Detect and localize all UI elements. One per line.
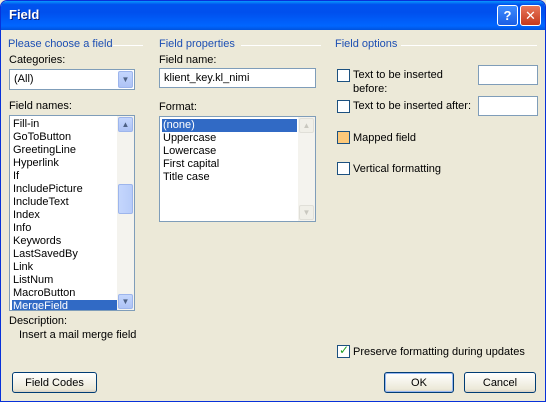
field-names-scrollbar[interactable]: ▲ ▼ xyxy=(117,116,134,310)
section-field-properties: Field properties xyxy=(159,38,235,50)
preserve-formatting-checkbox[interactable]: ✓ xyxy=(337,343,350,358)
mapped-field-checkbox[interactable] xyxy=(337,131,350,144)
list-item[interactable]: IncludeText xyxy=(12,196,118,209)
field-dialog: Field ? ✕ Please choose a field Categori… xyxy=(0,0,546,402)
list-item[interactable]: ListNum xyxy=(12,274,118,287)
section-field-options: Field options xyxy=(335,38,398,50)
list-item[interactable]: Hyperlink xyxy=(12,157,118,170)
list-item[interactable]: IncludePicture xyxy=(12,183,118,196)
list-item[interactable]: Info xyxy=(12,222,118,235)
insert-before-label-line1: Text to be inserted xyxy=(353,69,443,81)
list-item[interactable]: (none) xyxy=(162,119,297,132)
vertical-formatting-checkbox[interactable] xyxy=(337,162,350,175)
categories-value: (All) xyxy=(14,73,34,85)
categories-dropdown[interactable]: (All) ▼ xyxy=(9,69,135,90)
scroll-down-icon[interactable]: ▼ xyxy=(118,294,133,309)
field-name-value: klient_key.kl_nimi xyxy=(164,72,250,84)
field-name-label: Field name: xyxy=(159,54,217,66)
format-scrollbar[interactable]: ▲ ▼ xyxy=(298,117,315,221)
window-title: Field xyxy=(9,7,40,22)
scroll-thumb[interactable] xyxy=(118,184,133,214)
list-item[interactable]: First capital xyxy=(162,158,297,171)
section-choose-field: Please choose a field xyxy=(8,38,113,50)
insert-after-label: Text to be inserted after: xyxy=(353,100,472,112)
cancel-button[interactable]: Cancel xyxy=(464,372,536,393)
list-item[interactable]: MergeField xyxy=(12,300,118,310)
divider xyxy=(241,45,321,46)
list-item[interactable]: Keywords xyxy=(12,235,118,248)
list-item[interactable]: Fill-in xyxy=(12,118,118,131)
list-item[interactable]: MacroButton xyxy=(12,287,118,300)
scroll-up-icon[interactable]: ▲ xyxy=(118,117,133,132)
list-item[interactable]: Title case xyxy=(162,171,297,184)
format-list[interactable]: Title case First capital Lowercase Uppercas… xyxy=(159,116,316,222)
ok-button[interactable]: OK xyxy=(384,372,454,393)
preserve-formatting-label: Preserve formatting during updates xyxy=(353,346,525,358)
list-item[interactable]: Link xyxy=(12,261,118,274)
field-names-list[interactable]: MergeField MacroButton ListNum Link LastSave… xyxy=(9,115,135,311)
scroll-down-icon: ▼ xyxy=(299,205,314,220)
field-names-label: Field names: xyxy=(9,100,72,112)
checkmark-icon: ✓ xyxy=(339,343,350,357)
field-name-input[interactable]: klient_key.kl_nimi xyxy=(159,68,316,88)
list-item[interactable]: Lowercase xyxy=(162,145,297,158)
description-label: Description: xyxy=(9,315,68,327)
chevron-down-icon[interactable]: ▼ xyxy=(118,71,133,88)
insert-after-checkbox[interactable] xyxy=(337,100,350,113)
divider xyxy=(401,45,537,46)
description-text: Insert a mail merge field xyxy=(19,329,137,341)
insert-after-input[interactable] xyxy=(478,96,538,116)
list-item[interactable]: GoToButton xyxy=(12,131,118,144)
list-item[interactable]: Index xyxy=(12,209,118,222)
vertical-formatting-label: Vertical formatting xyxy=(353,163,442,175)
list-item[interactable]: If xyxy=(12,170,118,183)
list-item[interactable]: GreetingLine xyxy=(12,144,118,157)
close-icon[interactable]: ✕ xyxy=(520,5,541,26)
categories-label: Categories: xyxy=(9,54,66,66)
scroll-up-icon: ▲ xyxy=(299,118,314,133)
divider xyxy=(113,45,143,46)
list-item[interactable]: Uppercase xyxy=(162,132,297,145)
mapped-field-label: Mapped field xyxy=(353,132,416,144)
format-label: Format: xyxy=(159,101,197,113)
list-item[interactable]: LastSavedBy xyxy=(12,248,118,261)
insert-before-input[interactable] xyxy=(478,65,538,85)
insert-before-label-line2: before: xyxy=(353,83,388,95)
insert-before-checkbox[interactable] xyxy=(337,69,350,82)
title-bar[interactable]: Field ? ✕ xyxy=(1,1,545,30)
help-icon[interactable]: ? xyxy=(497,5,518,26)
field-codes-button[interactable]: Field Codes xyxy=(12,372,97,393)
